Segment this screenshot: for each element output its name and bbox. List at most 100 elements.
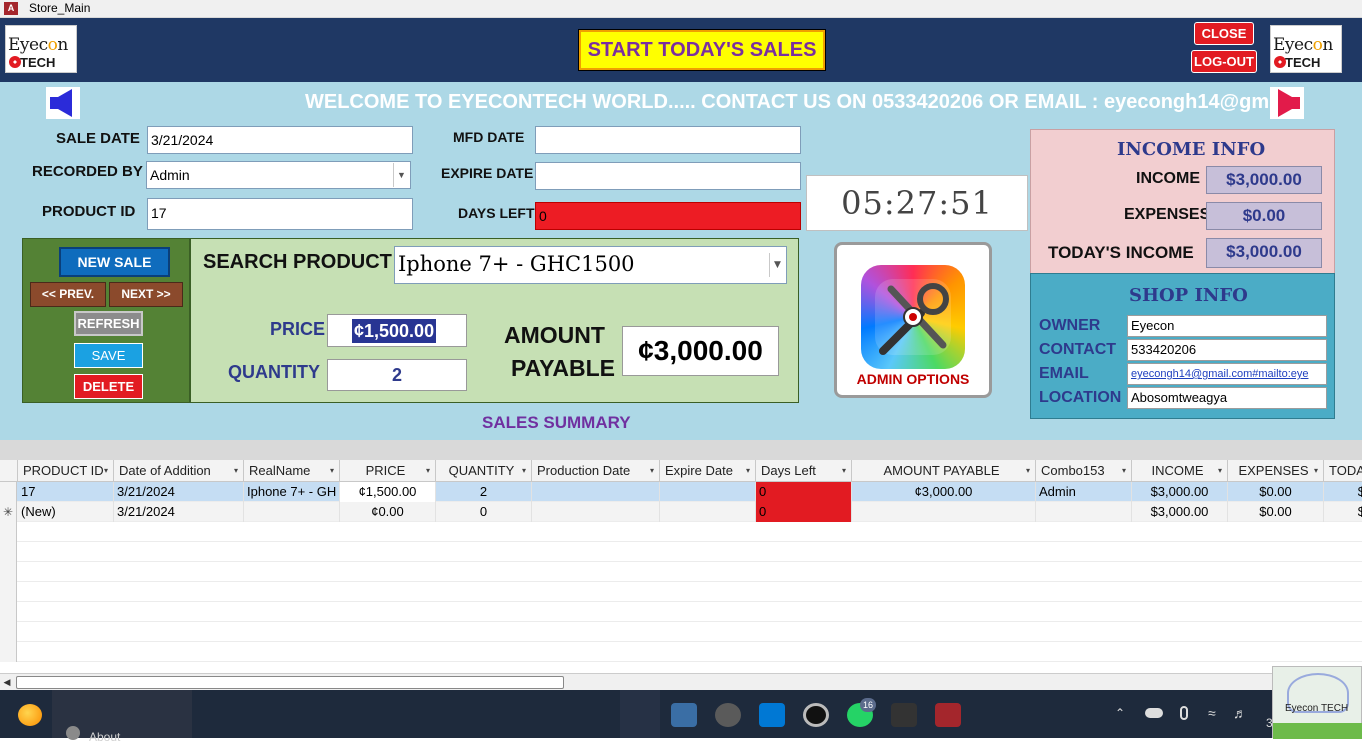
cell-expire-date[interactable] [660, 502, 756, 522]
cell-product-id[interactable]: (New) [18, 502, 114, 522]
quantity-field[interactable]: 2 [327, 359, 467, 391]
scrollbar-thumb[interactable] [16, 676, 564, 689]
record-selector[interactable] [0, 482, 17, 502]
cell-combo153[interactable]: Admin [1036, 482, 1132, 502]
sort-dropdown-icon[interactable]: ▾ [1026, 460, 1030, 481]
sort-dropdown-icon[interactable]: ▾ [1218, 460, 1222, 481]
cell-amount-payable[interactable] [852, 502, 1036, 522]
weather-icon[interactable] [18, 704, 42, 726]
record-selector[interactable] [0, 582, 17, 602]
cell-days-left[interactable]: 0 [756, 502, 852, 522]
cell-price[interactable]: ¢1,500.00 [340, 482, 436, 502]
cell-expenses[interactable]: $0.00 [1228, 502, 1324, 522]
column-header-quantity[interactable]: QUANTITY ▾ [436, 460, 532, 482]
sort-dropdown-icon[interactable]: ▾ [330, 460, 334, 481]
record-selector[interactable] [0, 562, 17, 582]
logout-button[interactable]: LOG-OUT [1191, 50, 1257, 73]
chatgpt-icon[interactable] [715, 703, 741, 727]
cell-days-left[interactable]: 0 [756, 482, 852, 502]
scroll-left-icon[interactable]: ◀ [1, 676, 13, 688]
terminal-icon[interactable] [891, 703, 917, 727]
column-header-expenses[interactable]: EXPENSES ▾ [1228, 460, 1324, 482]
new-record-row[interactable]: ✳(New)3/21/2024¢0.0000$3,000.00$0.00$ [0, 502, 1362, 522]
delete-button[interactable]: DELETE [74, 374, 143, 399]
column-header-production-date[interactable]: Production Date ▾ [532, 460, 660, 482]
contact-field[interactable]: 533420206 [1127, 339, 1327, 361]
cell-production-date[interactable] [532, 502, 660, 522]
new-sale-button[interactable]: NEW SALE [59, 247, 170, 277]
column-header-income[interactable]: INCOME ▾ [1132, 460, 1228, 482]
email-link[interactable]: eyecongh14@gmail.com#mailto:eye [1127, 363, 1327, 385]
mfd-date-field[interactable] [535, 126, 801, 154]
cell-expire-date[interactable] [660, 482, 756, 502]
record-selector[interactable]: ✳ [0, 502, 17, 522]
sort-dropdown-icon[interactable]: ▾ [746, 460, 750, 481]
sort-dropdown-icon[interactable]: ▾ [104, 460, 108, 481]
sort-dropdown-icon[interactable]: ▾ [650, 460, 654, 481]
record-selector[interactable] [0, 622, 17, 642]
recorded-by-combo[interactable]: Admin ▼ [146, 161, 411, 189]
cell-income[interactable]: $3,000.00 [1132, 502, 1228, 522]
search-product-combo[interactable]: Iphone 7+ - GHC1500 ▼ [394, 246, 787, 284]
cell-date-of-addition[interactable]: 3/21/2024 [114, 482, 244, 502]
sort-dropdown-icon[interactable]: ▾ [522, 460, 526, 481]
cloud-icon[interactable] [1145, 708, 1163, 718]
column-header-today[interactable]: TODA [1324, 460, 1362, 482]
column-header-expire-date[interactable]: Expire Date ▾ [660, 460, 756, 482]
cell-date-of-addition[interactable]: 3/21/2024 [114, 502, 244, 522]
expire-date-field[interactable] [535, 162, 801, 190]
ms-access-icon[interactable] [935, 703, 961, 727]
cell-quantity[interactable]: 2 [436, 482, 532, 502]
speaker-icon[interactable]: ♬ [1233, 705, 1247, 721]
cell-amount-payable[interactable]: ¢3,000.00 [852, 482, 1036, 502]
column-header-date-of-addition[interactable]: Date of Addition ▾ [114, 460, 244, 482]
column-header-amount-payable[interactable]: AMOUNT PAYABLE ▾ [852, 460, 1036, 482]
cell-combo153[interactable] [1036, 502, 1132, 522]
column-header-price[interactable]: PRICE ▾ [340, 460, 436, 482]
column-header-days-left[interactable]: Days Left ▾ [756, 460, 852, 482]
chevron-up-icon[interactable]: ⌃ [1115, 706, 1125, 720]
previous-button[interactable]: << PREV. [30, 282, 106, 307]
cell-price[interactable]: ¢0.00 [340, 502, 436, 522]
start-todays-sales-button[interactable]: START TODAY'S SALES [578, 29, 826, 71]
cell-realname[interactable]: Iphone 7+ - GH [244, 482, 340, 502]
horizontal-scrollbar[interactable]: ◀ [0, 673, 1362, 690]
vscode-icon[interactable] [759, 703, 785, 727]
cell-realname[interactable] [244, 502, 340, 522]
cell-quantity[interactable]: 0 [436, 502, 532, 522]
sort-dropdown-icon[interactable]: ▾ [1122, 460, 1126, 481]
record-selector[interactable] [0, 522, 17, 542]
record-selector[interactable] [0, 542, 17, 562]
column-header-realname[interactable]: RealName ▾ [244, 460, 340, 482]
table-row[interactable]: 17 3/21/2024 Iphone 7+ - GH ¢1,500.00 2 0 ¢3,0… [0, 482, 1362, 502]
sort-dropdown-icon[interactable]: ▾ [842, 460, 846, 481]
cell-production-date[interactable] [532, 482, 660, 502]
about-menu-item[interactable]: About [89, 730, 120, 744]
close-button[interactable]: CLOSE [1194, 22, 1254, 45]
chevron-down-icon[interactable]: ▼ [769, 253, 785, 277]
sort-dropdown-icon[interactable]: ▾ [426, 460, 430, 481]
file-explorer-icon[interactable] [671, 703, 697, 727]
admin-options-button[interactable]: ADMIN OPTIONS [834, 242, 992, 398]
product-id-field[interactable]: 17 [147, 198, 413, 230]
column-header-product-id[interactable]: PRODUCT ID ▾ [18, 460, 114, 482]
next-button[interactable]: NEXT >> [109, 282, 183, 307]
owner-field[interactable]: Eyecon [1127, 315, 1327, 337]
record-selector[interactable] [0, 602, 17, 622]
recorder-icon[interactable] [803, 703, 829, 727]
save-button[interactable]: SAVE [74, 343, 143, 368]
microphone-icon[interactable] [1180, 706, 1188, 720]
cell-today[interactable]: $ [1324, 502, 1362, 522]
refresh-button[interactable]: REFRESH [74, 311, 143, 336]
record-selector[interactable] [0, 642, 17, 662]
cell-expenses[interactable]: $0.00 [1228, 482, 1324, 502]
cell-income[interactable]: $3,000.00 [1132, 482, 1228, 502]
location-field[interactable]: Abosomtweagya [1127, 387, 1327, 409]
sort-dropdown-icon[interactable]: ▾ [1314, 460, 1318, 481]
wifi-icon[interactable]: ≈ [1208, 705, 1216, 721]
column-header-combo153[interactable]: Combo153 ▾ [1036, 460, 1132, 482]
sale-date-field[interactable]: 3/21/2024 [147, 126, 413, 154]
price-field[interactable]: ¢1,500.00 [327, 314, 467, 347]
cell-product-id[interactable]: 17 [18, 482, 114, 502]
cell-today[interactable]: $ [1324, 482, 1362, 502]
